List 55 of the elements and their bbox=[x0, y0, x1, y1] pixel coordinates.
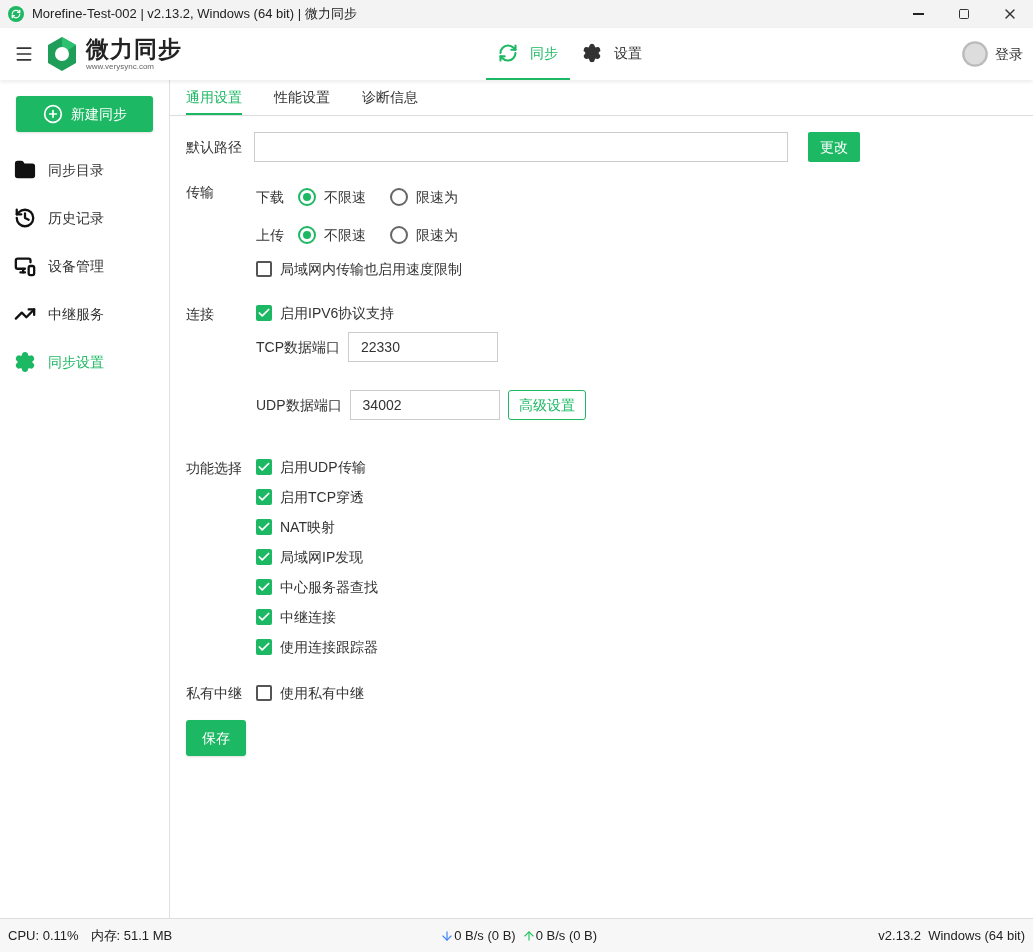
menu-icon[interactable] bbox=[14, 44, 34, 64]
avatar-icon bbox=[961, 40, 989, 68]
checkbox-option[interactable]: 中继连接 bbox=[256, 602, 378, 632]
udp-port-field[interactable]: 34002 bbox=[349, 390, 500, 420]
sidebar-item[interactable]: 历史记录 bbox=[14, 194, 169, 242]
logo-icon bbox=[46, 36, 78, 72]
upload-speed: 0 B/s (0 B) bbox=[535, 926, 598, 945]
radio-option[interactable]: 不限速 bbox=[298, 187, 366, 207]
window-title: Morefine-Test-002 | v2.13.2, Windows (64 bit) | 微力同步 bbox=[32, 5, 357, 24]
row-label: 上传 bbox=[256, 226, 285, 245]
path-field[interactable] bbox=[254, 132, 788, 162]
checkbox-option[interactable]: NAT映射 bbox=[256, 512, 378, 542]
checkbox-option[interactable]: 启用UDP传输 bbox=[256, 452, 378, 482]
radio-option[interactable]: 限速为 bbox=[390, 187, 458, 207]
plus-icon bbox=[42, 104, 63, 124]
tcp-port-field[interactable]: 22330 bbox=[348, 332, 498, 362]
settings-tab[interactable]: 性能设置 bbox=[274, 80, 330, 115]
sidebar-item[interactable]: 中继服务 bbox=[14, 290, 169, 338]
cpu-usage: CPU: 0.11% bbox=[8, 926, 79, 945]
checkbox-option[interactable]: 中心服务器查找 bbox=[256, 572, 378, 602]
login-button[interactable]: 登录 bbox=[961, 40, 1023, 68]
logo-url: www.verysync.com bbox=[86, 62, 155, 71]
settings-icon bbox=[581, 43, 602, 63]
section-label: 传输 bbox=[186, 183, 215, 202]
version-text: v2.13.2 Windows (64 bit) bbox=[878, 926, 1025, 945]
checkbox-option[interactable]: 局域网内传输也启用速度限制 bbox=[256, 254, 462, 284]
folder-icon bbox=[14, 159, 36, 181]
nav-tab[interactable]: 设置 bbox=[569, 28, 654, 80]
settings-tab[interactable]: 诊断信息 bbox=[362, 80, 418, 115]
sidebar-item[interactable]: 设备管理 bbox=[14, 242, 169, 290]
upload-icon bbox=[521, 928, 536, 943]
download-speed: 0 B/s (0 B) bbox=[454, 926, 516, 945]
field-label: TCP数据端口 bbox=[256, 338, 340, 357]
checkbox-option[interactable]: 局域网IP发现 bbox=[256, 542, 378, 572]
section-label: 连接 bbox=[186, 305, 215, 324]
section-label: 功能选择 bbox=[186, 459, 243, 478]
radio-option[interactable]: 限速为 bbox=[390, 225, 458, 245]
section-label: 私有中继 bbox=[186, 684, 243, 703]
checkbox-option[interactable]: 启用TCP穿透 bbox=[256, 482, 378, 512]
row-label: 下载 bbox=[256, 188, 285, 207]
memory-usage: 内存: 51.1 MB bbox=[90, 926, 173, 945]
radio-option[interactable]: 不限速 bbox=[298, 225, 366, 245]
sync-icon bbox=[497, 43, 518, 63]
field-label: 默认路径 bbox=[186, 138, 242, 157]
checkbox-option[interactable]: 使用私有中继 bbox=[256, 678, 364, 708]
logo-text: 微力同步 bbox=[86, 37, 183, 61]
devices-icon bbox=[14, 255, 36, 277]
settings-icon bbox=[14, 351, 36, 373]
history-icon bbox=[14, 207, 36, 229]
maximize-icon bbox=[958, 8, 970, 20]
minimize-icon bbox=[912, 13, 924, 15]
checkbox-option[interactable]: 启用IPV6协议支持 bbox=[256, 298, 586, 328]
checkbox-option[interactable]: 使用连接跟踪器 bbox=[256, 632, 378, 662]
sidebar-item[interactable]: 同步目录 bbox=[14, 146, 169, 194]
field-label: UDP数据端口 bbox=[256, 396, 342, 415]
